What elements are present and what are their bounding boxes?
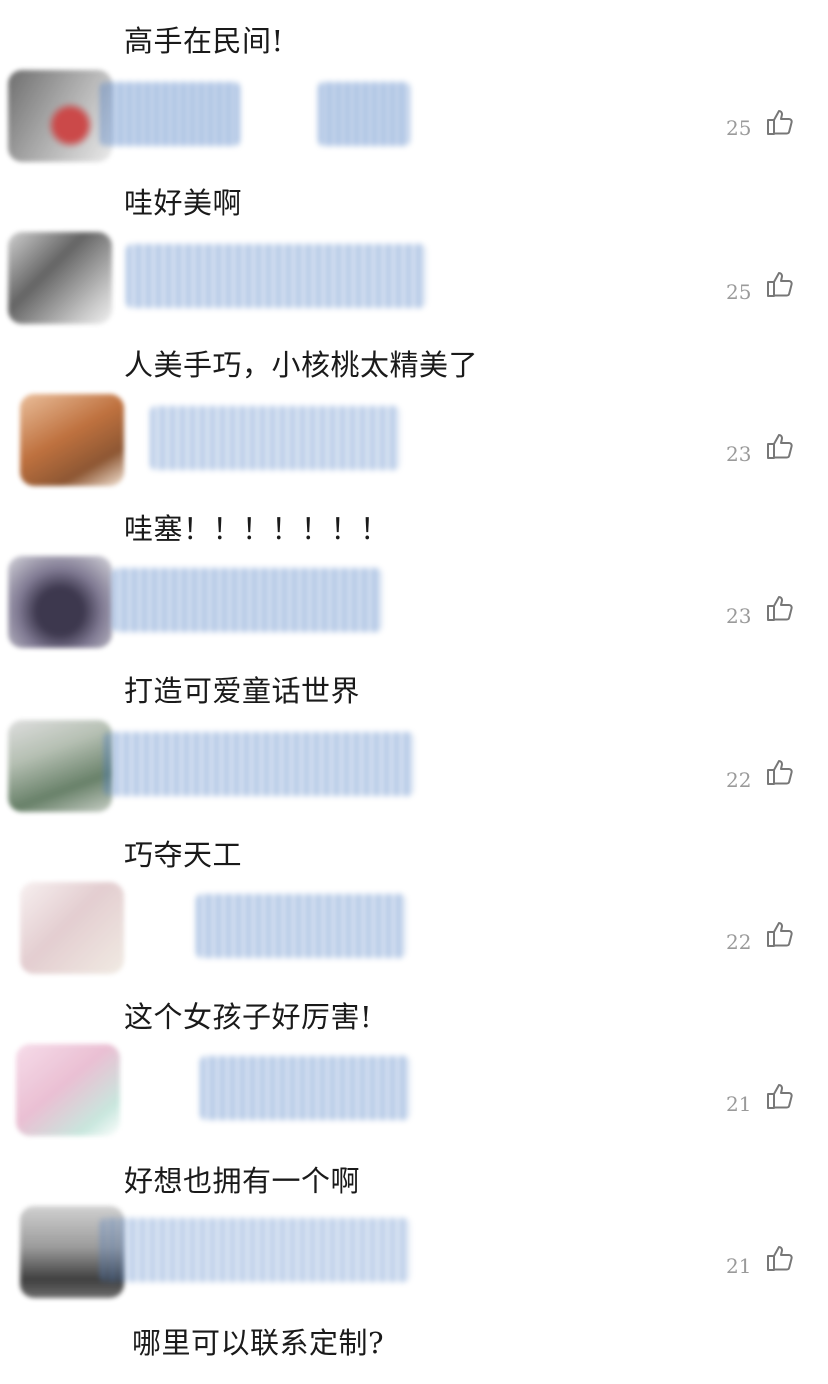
avatar[interactable] bbox=[8, 232, 112, 324]
username-redacted bbox=[104, 732, 414, 796]
thumbs-up-icon[interactable] bbox=[764, 592, 796, 624]
thumbs-up-icon[interactable] bbox=[764, 106, 796, 138]
username-redacted bbox=[150, 406, 400, 470]
like-count: 22 bbox=[726, 768, 752, 792]
avatar[interactable] bbox=[8, 556, 112, 648]
thumbs-up-icon[interactable] bbox=[764, 918, 796, 950]
username-redacted bbox=[126, 244, 426, 308]
comment-header: 23 bbox=[0, 548, 828, 668]
like-count: 23 bbox=[726, 604, 752, 628]
comment-text: 这个女孩子好厉害! bbox=[124, 1000, 373, 1034]
username-redacted bbox=[100, 1218, 410, 1282]
like-count: 21 bbox=[726, 1092, 752, 1116]
comment-text: 巧夺天工 bbox=[124, 838, 243, 872]
thumbs-up-icon[interactable] bbox=[764, 756, 796, 788]
comment-header: 22 bbox=[0, 712, 828, 832]
comment-header: 22 bbox=[0, 874, 828, 994]
like-count: 22 bbox=[726, 930, 752, 954]
like-count: 25 bbox=[726, 116, 752, 140]
comment-header: 21 bbox=[0, 1198, 828, 1318]
comment-header: 25 bbox=[0, 224, 828, 344]
username-redacted bbox=[200, 1056, 410, 1120]
comment-text: 人美手巧，小核桃太精美了 bbox=[124, 348, 479, 382]
comment-list: 高手在民间! 哇好美啊 人美手巧，小核桃太精美了 哇塞！！！！！！！ 打造可爱童… bbox=[0, 0, 828, 1384]
comment-header: 25 bbox=[0, 62, 828, 182]
username-redacted bbox=[196, 894, 406, 958]
comment-text: 哇塞！！！！！！！ bbox=[124, 512, 390, 546]
avatar[interactable] bbox=[20, 394, 124, 486]
like-count: 23 bbox=[726, 442, 752, 466]
like-count: 25 bbox=[726, 280, 752, 304]
avatar[interactable] bbox=[20, 882, 124, 974]
avatar[interactable] bbox=[8, 720, 112, 812]
avatar[interactable] bbox=[16, 1044, 120, 1136]
thumbs-up-icon[interactable] bbox=[764, 1242, 796, 1274]
username-redacted bbox=[112, 568, 382, 632]
username-redacted bbox=[100, 82, 240, 146]
like-count: 21 bbox=[726, 1254, 752, 1278]
comment-text: 高手在民间! bbox=[124, 24, 284, 58]
comment-header: 21 bbox=[0, 1036, 828, 1156]
thumbs-up-icon[interactable] bbox=[764, 268, 796, 300]
thumbs-up-icon[interactable] bbox=[764, 430, 796, 462]
thumbs-up-icon[interactable] bbox=[764, 1080, 796, 1112]
comment-text: 打造可爱童话世界 bbox=[124, 674, 361, 708]
avatar[interactable] bbox=[8, 70, 112, 162]
comment-text: 哪里可以联系定制? bbox=[132, 1326, 385, 1360]
username-redacted bbox=[318, 82, 410, 146]
comment-text: 好想也拥有一个啊 bbox=[124, 1164, 361, 1198]
comment-text: 哇好美啊 bbox=[124, 186, 243, 220]
comment-header: 23 bbox=[0, 386, 828, 506]
